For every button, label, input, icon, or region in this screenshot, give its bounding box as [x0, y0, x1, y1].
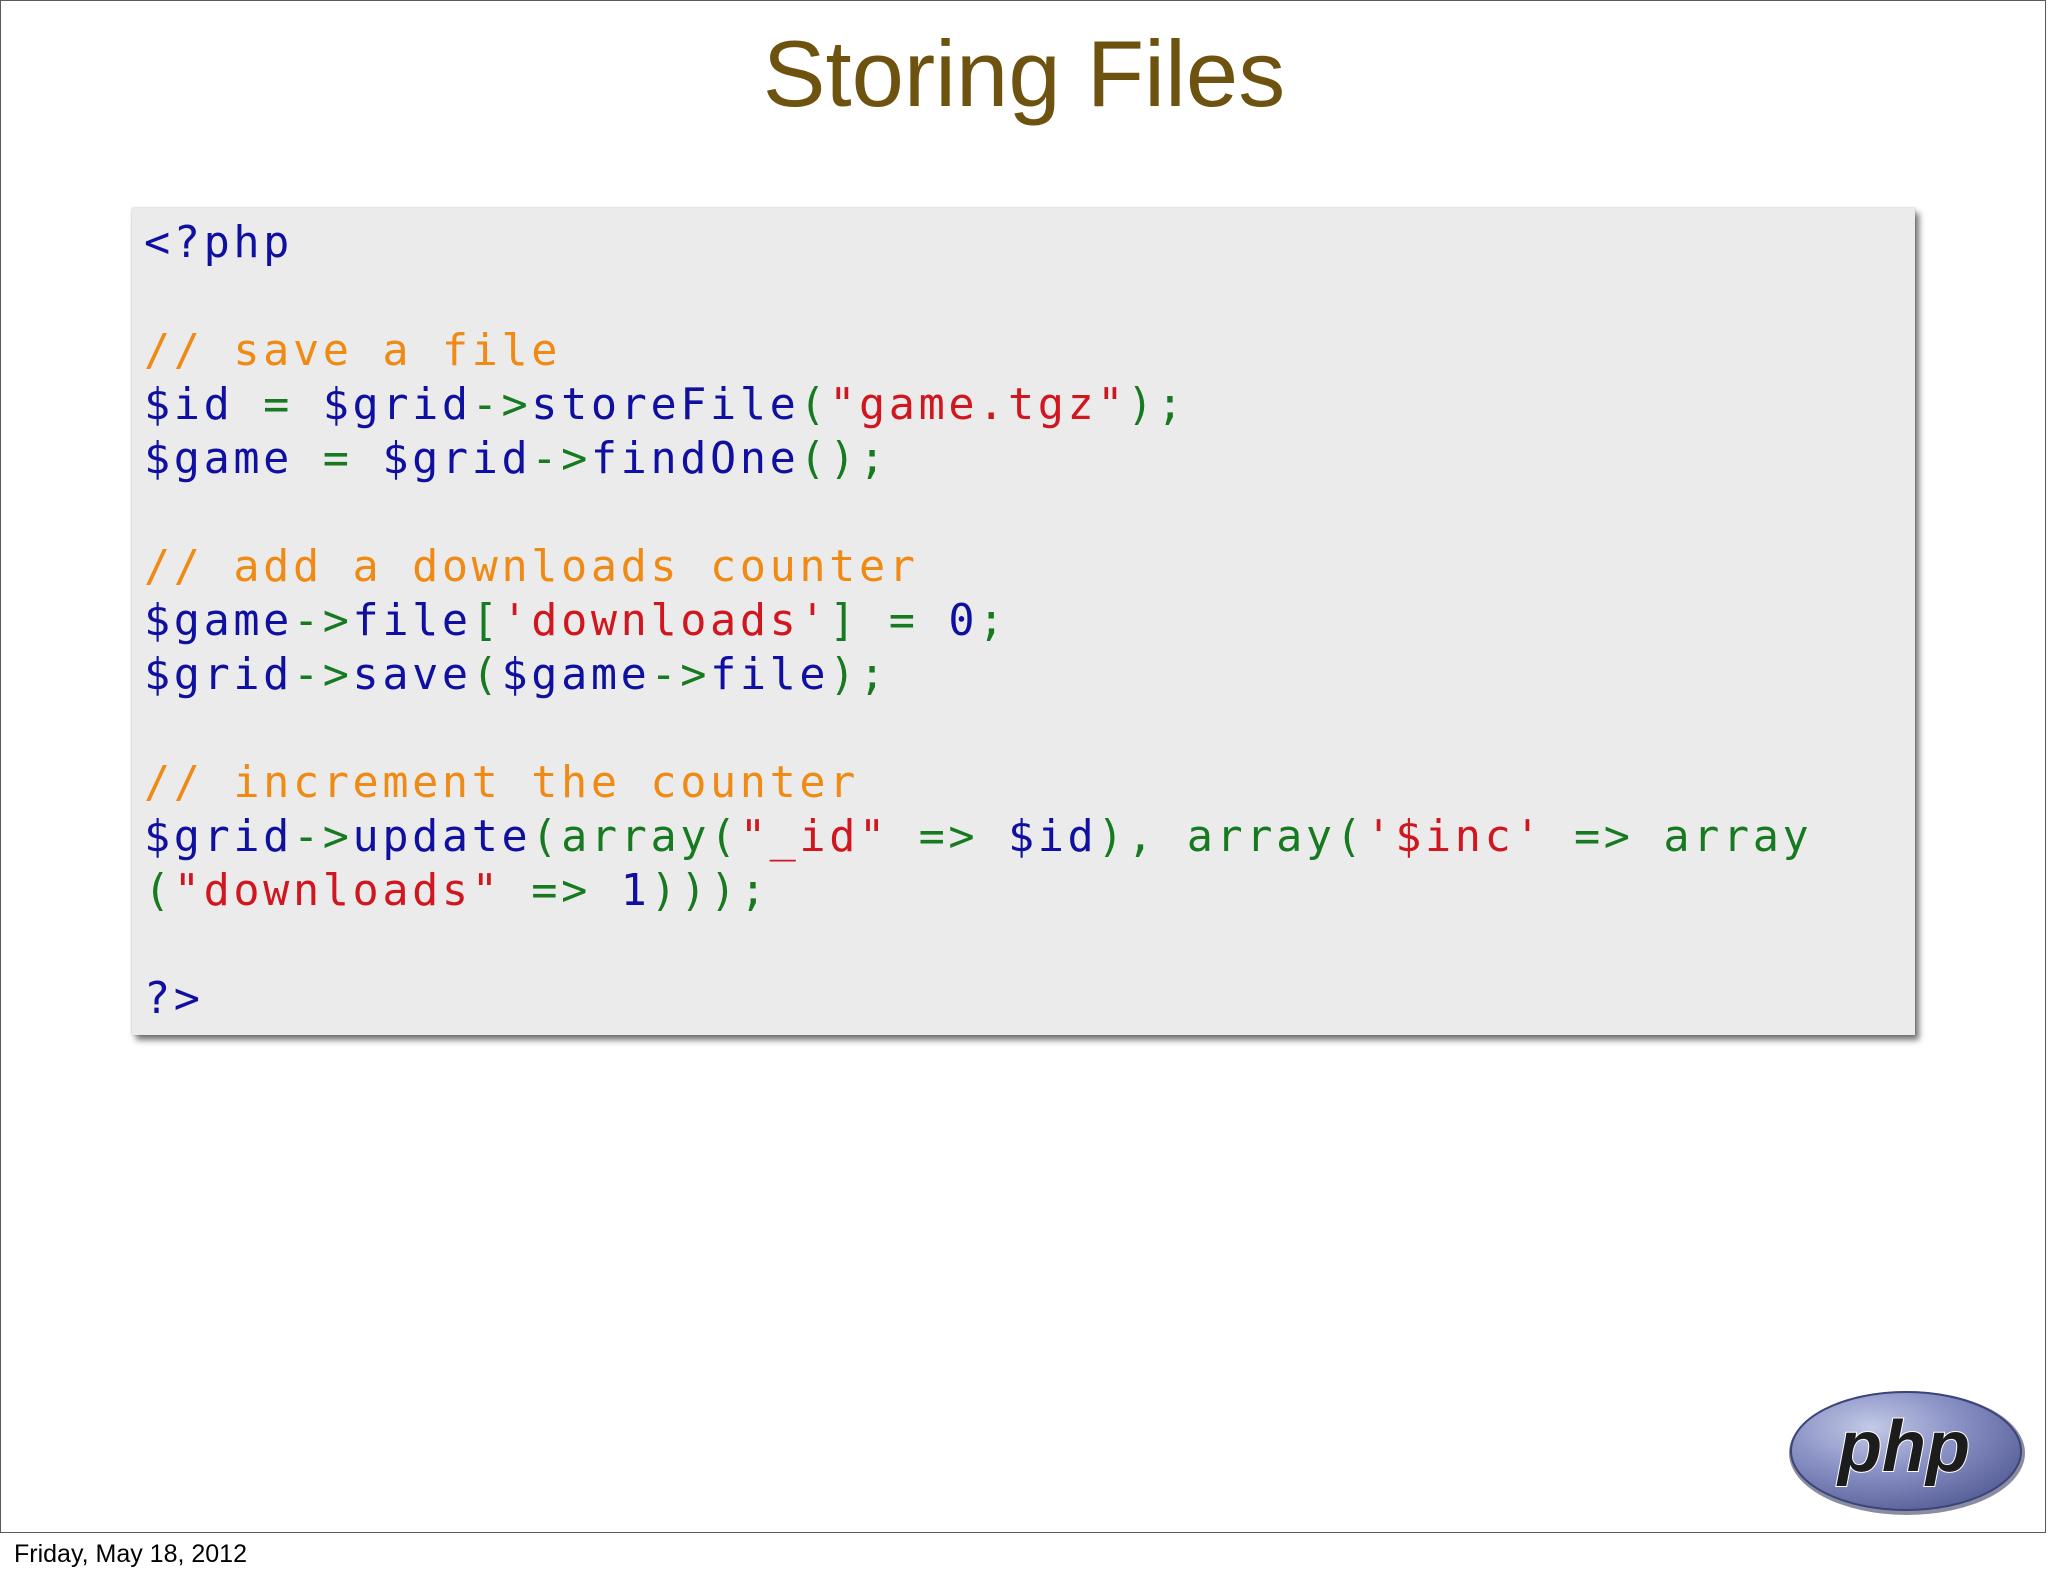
code-line: $id = $grid->storeFile("game.tgz"); — [144, 378, 1812, 432]
code-punctuation: (); — [799, 434, 889, 484]
code-punctuation: ; — [978, 596, 1008, 646]
code-punctuation: => — [501, 866, 621, 916]
code-punctuation: ), array( — [1097, 812, 1366, 862]
code-punctuation: -> — [531, 434, 591, 484]
code-keyword: $game — [501, 650, 651, 700]
code-line: // add a downloads counter — [144, 540, 1812, 594]
code-punctuation: ( — [799, 380, 830, 430]
code-punctuation: => — [888, 812, 1008, 862]
code-line: ("downloads" => 1))); — [144, 864, 1812, 918]
code-string: "downloads" — [173, 866, 502, 916]
code-block: <?php // save a file $id = $grid->storeFi… — [132, 208, 1915, 1035]
code-keyword: $grid — [144, 812, 293, 862]
slide: Storing Files <?php // save a file $id = … — [0, 0, 2046, 1533]
code-string: 'downloads' — [501, 596, 830, 646]
code-keyword: ?> — [144, 974, 204, 1024]
code-keyword: update — [352, 812, 532, 862]
code-punctuation: ); — [1127, 380, 1187, 430]
code-keyword: 0 — [948, 596, 979, 646]
code-string: '$inc' — [1365, 812, 1545, 862]
code-keyword: $game — [144, 596, 293, 646]
code-punctuation: -> — [292, 650, 353, 700]
code-line: $grid->update(array("_id" => $id), array… — [144, 810, 1812, 864]
code-line: $grid->save($game->file); — [144, 648, 1812, 702]
code-comment: // increment the counter — [144, 758, 859, 808]
code-punctuation: -> — [292, 596, 353, 646]
code-keyword: save — [352, 650, 472, 700]
code-punctuation: -> — [292, 812, 353, 862]
code-keyword: $id — [1007, 812, 1098, 862]
code-keyword: storeFile — [531, 380, 800, 430]
code-punctuation: -> — [650, 650, 711, 700]
code-keyword: <?php — [144, 218, 293, 268]
code-comment: // save a file — [144, 326, 562, 376]
code-keyword: $id — [144, 380, 234, 430]
code-line: // increment the counter — [144, 756, 1812, 810]
code-punctuation: ( — [471, 650, 502, 700]
php-logo: php — [1789, 1391, 2025, 1515]
code-punctuation: => array — [1544, 812, 1813, 862]
code-string: "_id" — [739, 812, 889, 862]
code-punctuation: = — [292, 434, 383, 484]
code-line: // save a file — [144, 324, 1812, 378]
code-keyword: findOne — [590, 434, 800, 484]
code-comment: // add a downloads counter — [144, 542, 919, 592]
code-keyword: $game — [144, 434, 293, 484]
code-line: <?php — [144, 216, 1812, 270]
code-punctuation: -> — [471, 380, 532, 430]
code-keyword: file — [352, 596, 472, 646]
footer-date: Friday, May 18, 2012 — [14, 1540, 247, 1568]
code-punctuation: = — [233, 380, 323, 430]
code-punctuation: ); — [829, 650, 889, 700]
code-punctuation: [ — [471, 596, 502, 646]
code-keyword: $grid — [322, 380, 472, 430]
code-punctuation: ] = — [829, 596, 949, 646]
code-punctuation: ))); — [650, 866, 770, 916]
code-keyword: $grid — [382, 434, 532, 484]
code-line: $game->file['downloads'] = 0; — [144, 594, 1812, 648]
slide-title: Storing Files — [762, 21, 1286, 126]
code-lines: <?php // save a file $id = $grid->storeFi… — [144, 216, 1812, 1026]
code-keyword: 1 — [620, 866, 651, 916]
code-punctuation: (array( — [531, 812, 740, 862]
code-punctuation: ( — [144, 866, 174, 916]
php-logo-text: php — [1836, 1407, 1970, 1487]
code-keyword: $grid — [144, 650, 293, 700]
code-keyword: file — [710, 650, 830, 700]
code-string: "game.tgz" — [829, 380, 1128, 430]
code-line: $game = $grid->findOne(); — [144, 432, 1812, 486]
code-line: ?> — [144, 972, 1812, 1026]
